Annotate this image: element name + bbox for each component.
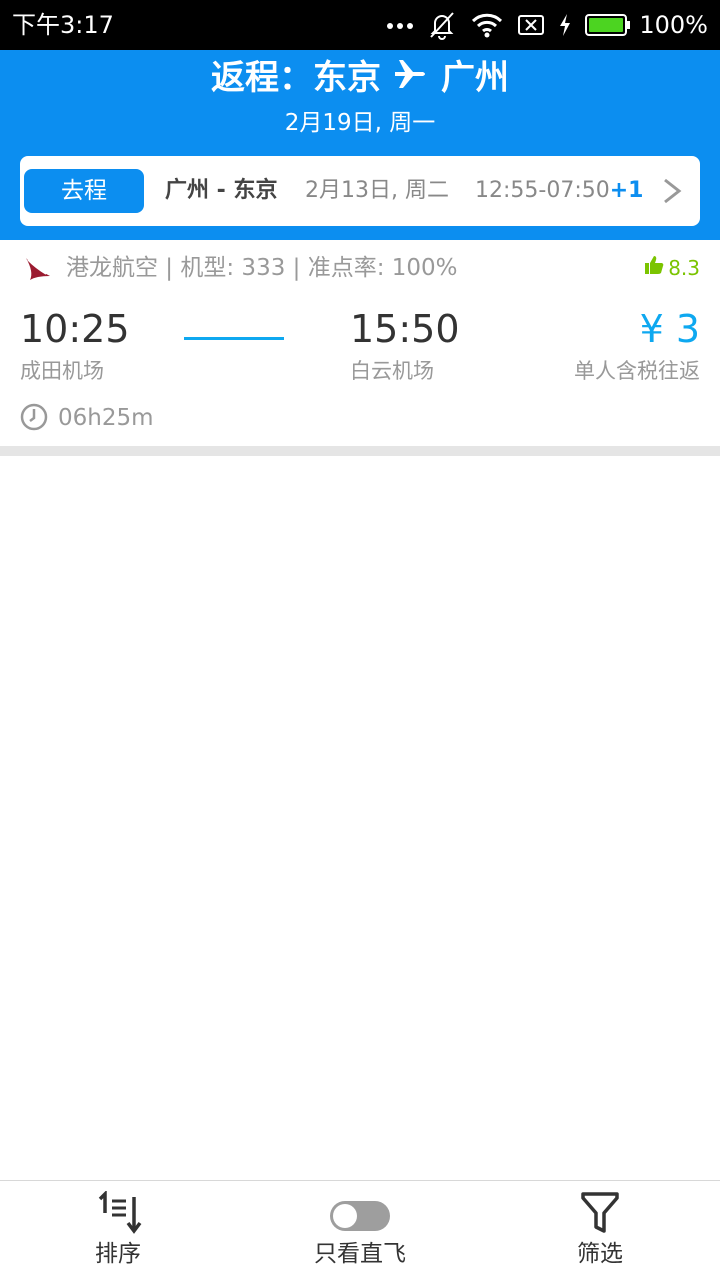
clock-icon [20, 403, 48, 435]
flight-result-card[interactable]: 港龙航空 | 机型: 333 | 准点率: 100% 8.3 10:25 成田机… [0, 240, 720, 446]
toggle-wrapper [330, 1191, 390, 1235]
sort-label: 排序 [95, 1241, 141, 1267]
outbound-day-offset: +1 [609, 178, 644, 203]
more-dots-icon [387, 20, 414, 30]
price-note: 单人含税往返 [574, 359, 700, 383]
title-origin: 返程：东京 [211, 58, 381, 98]
bottom-toolbar: 排序 只看直飞 筛选 [0, 1180, 720, 1280]
outbound-route: 广州 - 东京 [165, 178, 278, 203]
flight-duration: 06h25m [58, 405, 154, 431]
arrival-time: 15:50 [350, 307, 460, 351]
price: ¥ 3 [639, 307, 700, 351]
status-bar: 下午3:17 100% [0, 0, 720, 50]
charging-icon [559, 13, 571, 37]
rating-value: 8.3 [668, 256, 700, 280]
arrival-airport: 白云机场 [350, 359, 434, 383]
status-time: 下午3:17 [12, 11, 114, 39]
mute-icon [427, 10, 457, 40]
outbound-time: 12:55-07:50 [475, 178, 610, 203]
filter-label: 筛选 [577, 1241, 623, 1267]
outbound-badge: 去程 [24, 169, 144, 213]
direct-flights-label: 只看直飞 [314, 1241, 406, 1267]
thumbs-up-icon [644, 254, 664, 282]
sort-icon [94, 1191, 142, 1235]
sort-button[interactable]: 排序 [68, 1181, 168, 1280]
filter-button[interactable]: 筛选 [550, 1181, 650, 1280]
outbound-summary-card[interactable]: 去程 广州 - 东京 2月13日, 周二 12:55-07:50+1 [20, 156, 700, 226]
battery-icon [585, 13, 631, 37]
outbound-date: 2月13日, 周二 [305, 178, 449, 203]
battery-percentage: 100% [639, 11, 708, 39]
airplane-icon [393, 58, 429, 98]
outbound-time-range: 12:55-07:50+1 [475, 175, 644, 207]
list-divider [0, 446, 720, 456]
direct-flights-toggle[interactable]: 只看直飞 [280, 1181, 440, 1280]
filter-icon [580, 1191, 620, 1235]
departure-airport: 成田机场 [20, 359, 104, 383]
airline-logo-icon [24, 254, 52, 286]
airline-info: 港龙航空 | 机型: 333 | 准点率: 100% [66, 255, 458, 281]
wifi-icon [471, 12, 503, 38]
status-icons: 100% [387, 8, 708, 42]
toggle-knob [333, 1204, 357, 1228]
title-destination: 广州 [441, 58, 509, 98]
rating-badge: 8.3 [644, 254, 700, 282]
return-date: 2月19日, 周一 [284, 110, 436, 136]
chevron-right-icon [662, 176, 682, 210]
page-title: 返程：东京 广州 [0, 58, 720, 98]
flight-path-line [184, 337, 284, 340]
trip-header: 返程：东京 广州 2月19日, 周一 去程 广州 - 东京 2月13日, 周二 … [0, 50, 720, 240]
toggle-switch[interactable] [330, 1201, 390, 1231]
sim-x-icon [517, 13, 545, 37]
departure-time: 10:25 [20, 307, 130, 351]
